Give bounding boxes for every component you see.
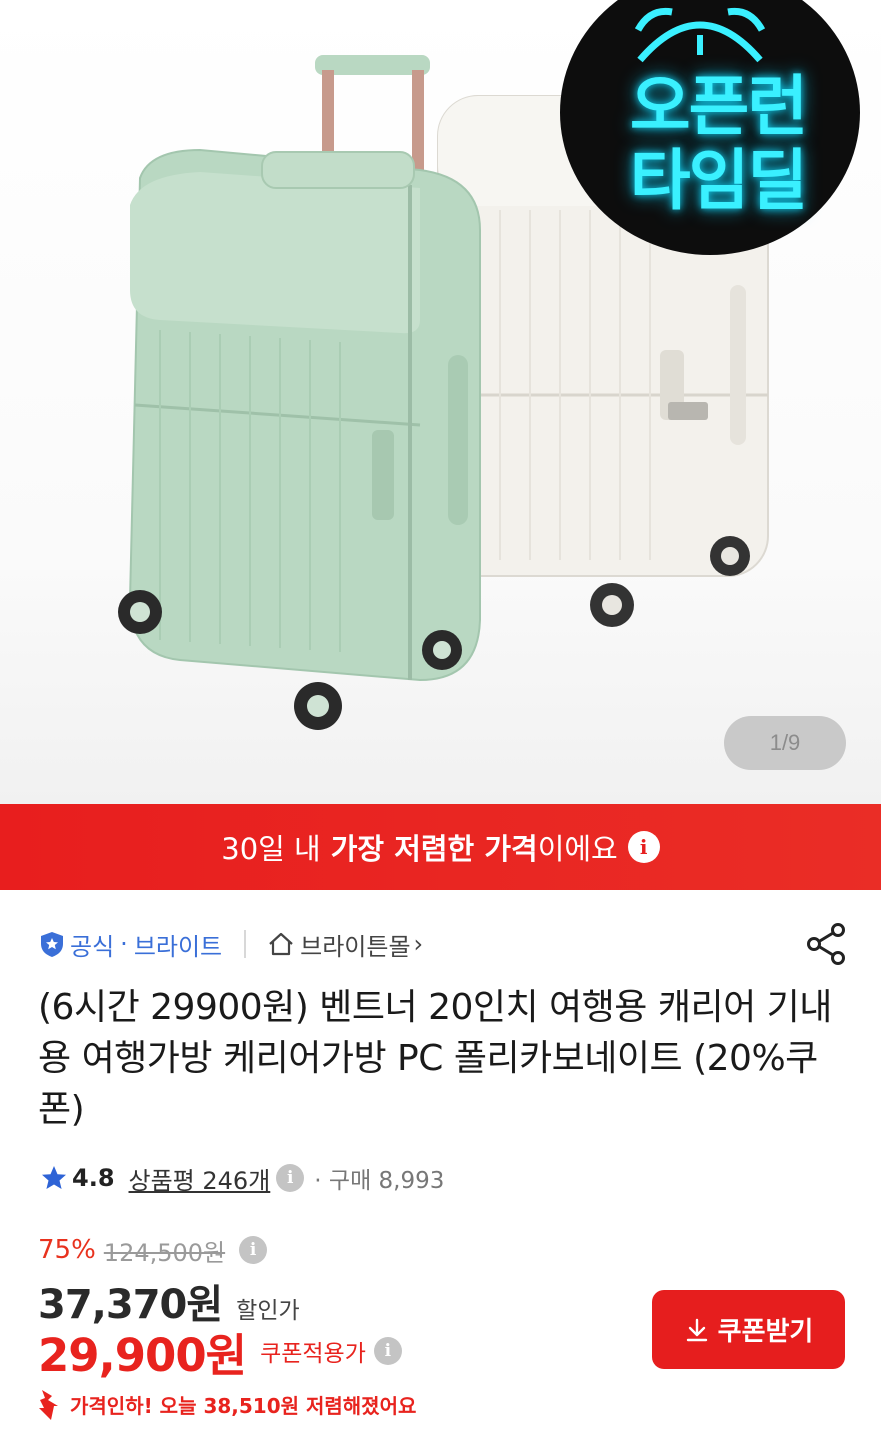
banner-highlight: 가장 저렴한 가격 <box>330 832 538 866</box>
banner-suffix: 이에요 <box>537 832 618 866</box>
badge-line-2: 타임딜 <box>629 142 808 219</box>
info-icon[interactable]: i <box>627 831 660 863</box>
review-link[interactable]: 상품평 246개 <box>129 1161 271 1196</box>
share-icon[interactable] <box>805 922 847 966</box>
official-shield-icon <box>41 932 63 957</box>
price-down-arrow-icon <box>39 1390 58 1420</box>
info-icon[interactable]: i <box>239 1236 268 1264</box>
coupon-price: 29,900원 <box>38 1328 247 1382</box>
purchase-count: · 구매 8,993 <box>314 1168 445 1194</box>
discount-rate: 75% <box>38 1235 96 1265</box>
price-drop-text: 가격인하! 오늘 38,510원 저렴해졌어요 <box>70 1393 417 1418</box>
product-image-gallery[interactable]: 오픈런 타임딜 1/9 <box>0 0 881 804</box>
price-drop-notice: 가격인하! 오늘 38,510원 저렴해졌어요 <box>36 1384 416 1424</box>
sale-price-row: 37,370원 할인가 <box>38 1272 300 1328</box>
coupon-price-row: 29,900원 쿠폰적용가 i <box>38 1324 402 1382</box>
discount-row: 75% 124,500원 i <box>38 1232 268 1268</box>
rating-score: 4.8 <box>72 1164 115 1192</box>
get-coupon-button[interactable]: 쿠폰받기 <box>652 1290 845 1369</box>
mall-link[interactable]: 브라이튼몰 <box>300 927 410 962</box>
dot-separator: · <box>120 930 128 958</box>
divider <box>244 930 247 958</box>
brand-link[interactable]: 브라이트 <box>134 927 222 962</box>
lowest-price-banner[interactable]: 30일 내 가장 저렴한 가격 이에요 i <box>0 804 881 890</box>
badge-line-1: 오픈런 <box>629 68 808 145</box>
rating-row: 4.8 상품평 246개 i · 구매 8,993 <box>40 1160 444 1196</box>
banner-prefix: 30일 내 <box>221 832 321 866</box>
info-icon[interactable]: i <box>276 1164 305 1192</box>
image-counter: 1/9 <box>724 716 846 770</box>
chevron-right-icon: › <box>413 930 424 958</box>
original-price: 124,500원 <box>103 1238 226 1267</box>
get-coupon-label: 쿠폰받기 <box>717 1316 814 1346</box>
official-label: 공식 <box>70 932 115 961</box>
star-icon <box>42 1166 66 1189</box>
mint-suitcase <box>118 55 481 730</box>
product-title: (6시간 29900원) 벤트너 20인치 여행용 캐리어 기내용 여행가방 케… <box>38 987 832 1130</box>
timedeal-badge-text: 오픈런 타임딜 <box>598 70 838 218</box>
home-icon <box>269 932 293 956</box>
info-icon[interactable]: i <box>373 1337 402 1365</box>
coupon-price-label: 쿠폰적용가 <box>260 1341 366 1367</box>
download-icon <box>686 1318 707 1341</box>
seller-row: 공식 · 브라이트 브라이튼몰 › <box>38 926 423 962</box>
